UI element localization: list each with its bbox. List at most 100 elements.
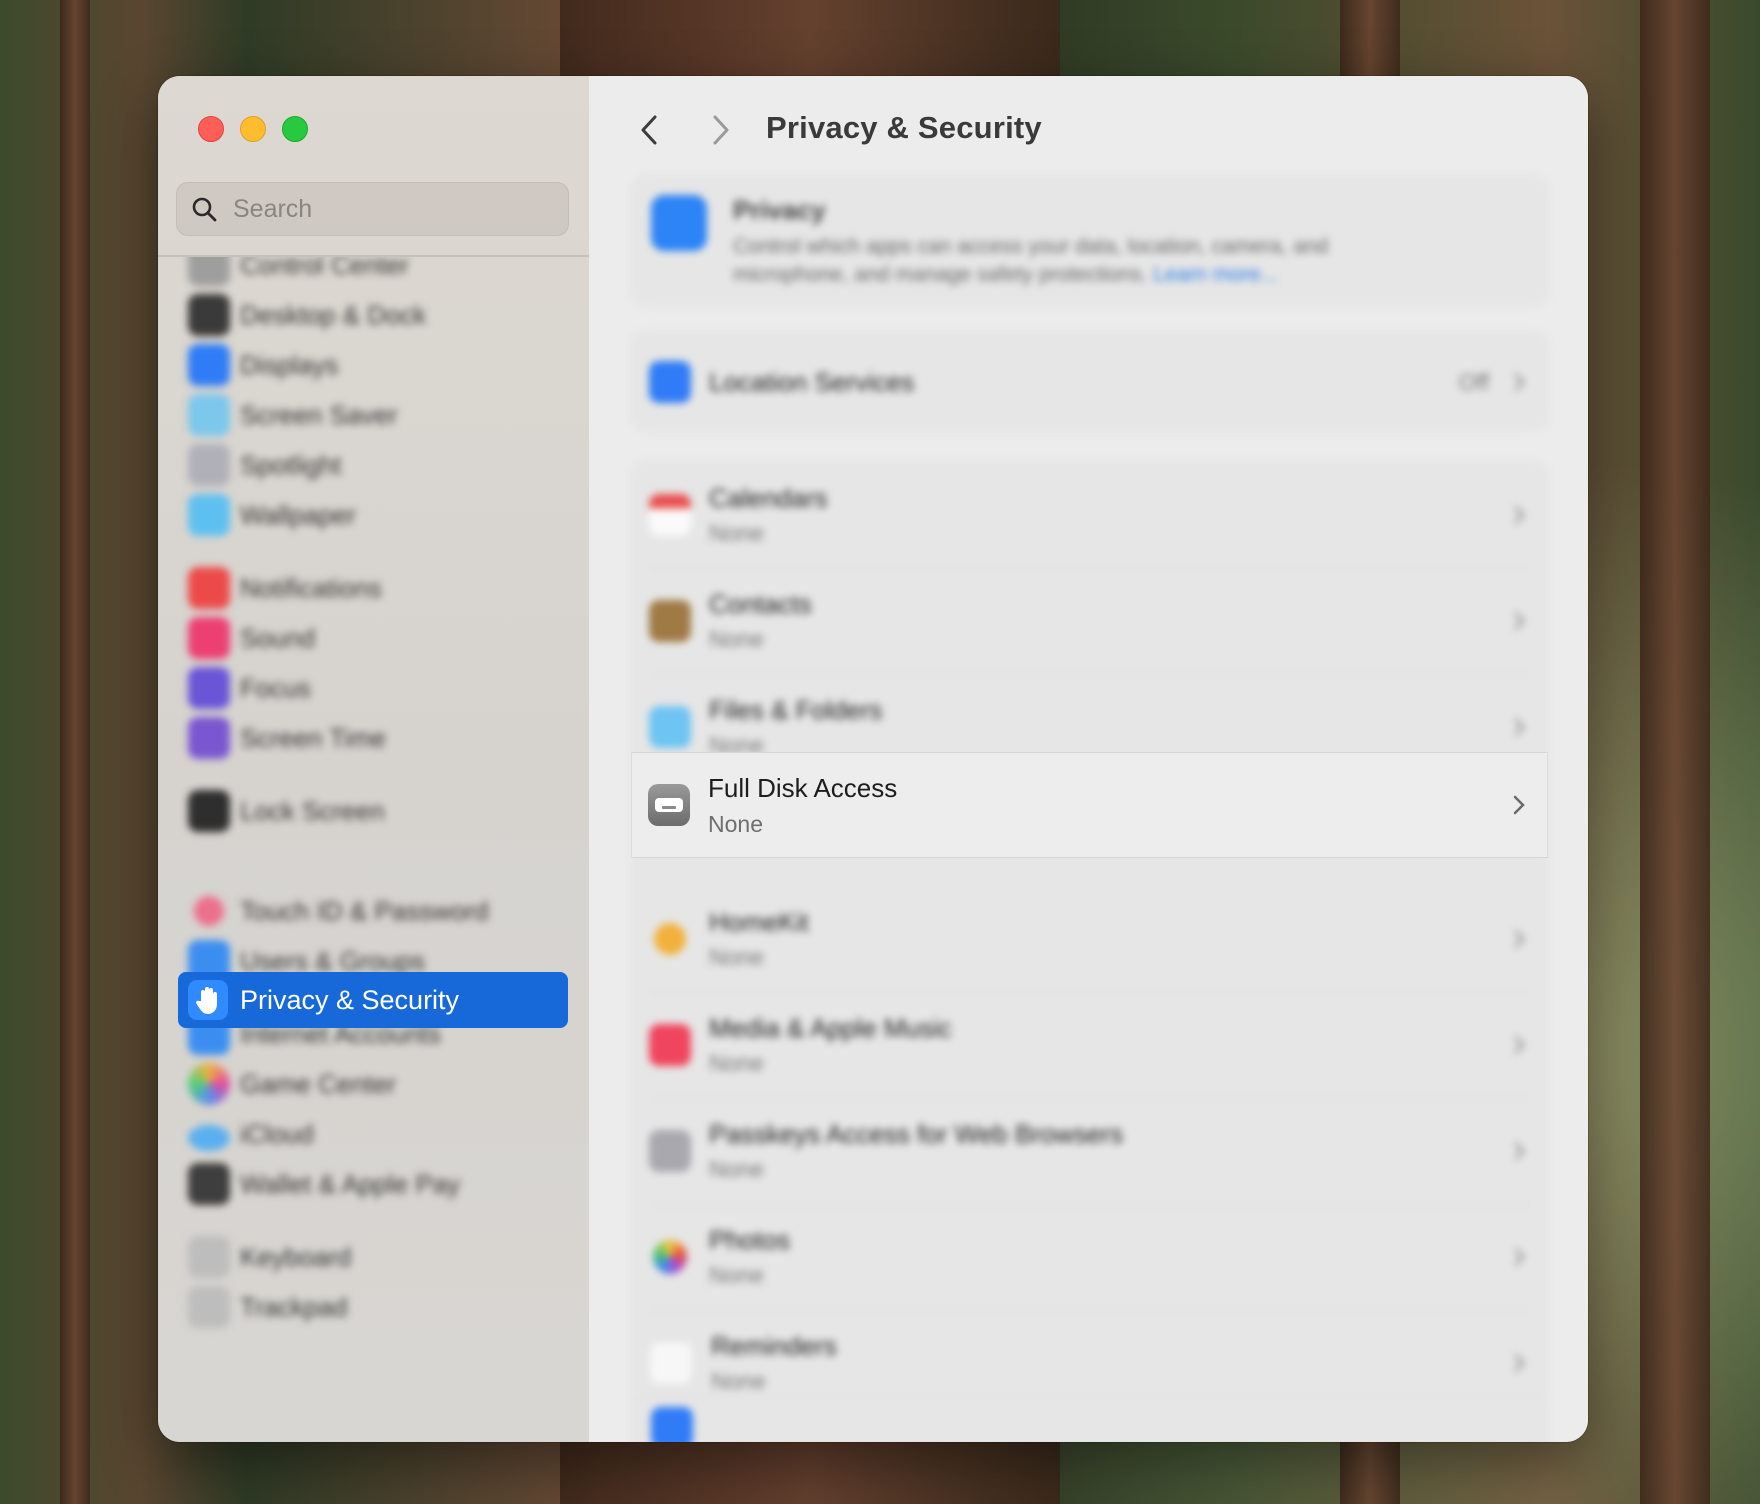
sidebar-item-label: Keyboard — [240, 1241, 352, 1272]
sidebar-item-wallet[interactable]: Wallet & Apple Pay — [188, 1156, 460, 1212]
media-apple-music-row[interactable]: Media & Apple Music None — [633, 992, 1547, 1098]
row-subtitle: None — [709, 626, 764, 652]
sidebar-item-game-center[interactable]: Game Center — [188, 1056, 396, 1112]
next-section-card — [632, 1396, 1548, 1442]
privacy-title: Privacy — [733, 195, 826, 225]
learn-more-link[interactable]: Learn more... — [1153, 263, 1278, 286]
chevron-right-icon — [1514, 718, 1525, 736]
icloud-icon — [188, 1125, 230, 1151]
search-icon — [192, 197, 217, 222]
privacy-description: Control which apps can access your data,… — [733, 233, 1413, 289]
sidebar-item-focus[interactable]: Focus — [188, 660, 311, 716]
calendar-icon — [649, 494, 691, 536]
full-disk-access-value: None — [708, 810, 763, 837]
location-services-value: Off — [1458, 368, 1489, 395]
screen-time-icon — [188, 717, 230, 759]
homekit-icon — [654, 923, 686, 955]
sidebar-item-label: Wallpaper — [240, 499, 357, 530]
location-services-title: Location Services — [709, 366, 915, 397]
sidebar-item-label: Lock Screen — [240, 795, 385, 826]
hard-drive-icon — [648, 784, 690, 826]
chevron-right-icon — [1514, 1248, 1525, 1266]
minimize-button[interactable] — [240, 116, 266, 142]
passkeys-icon — [649, 1130, 691, 1172]
forward-button[interactable] — [701, 108, 741, 152]
row-title: Media & Apple Music — [709, 1013, 952, 1043]
sidebar-item-label: Trackpad — [240, 1291, 348, 1322]
zoom-button[interactable] — [282, 116, 308, 142]
hand-icon — [188, 980, 228, 1020]
sidebar-item-displays[interactable]: Displays — [188, 337, 338, 393]
row-subtitle: None — [709, 1050, 764, 1076]
focus-icon — [188, 667, 230, 709]
location-services-row[interactable]: Location Services Off — [633, 332, 1547, 432]
sidebar-item-sound[interactable]: Sound — [188, 610, 315, 666]
search-input[interactable] — [231, 193, 535, 225]
close-button[interactable] — [198, 116, 224, 142]
sidebar-item-desktop-dock[interactable]: Desktop & Dock — [188, 287, 426, 343]
music-icon — [649, 1024, 691, 1066]
sidebar-list: Control Center Desktop & Dock Displays S… — [158, 257, 589, 1442]
passkeys-row[interactable]: Passkeys Access for Web Browsers None — [633, 1098, 1547, 1204]
chevron-right-icon — [1513, 795, 1525, 815]
search-field[interactable] — [176, 182, 569, 236]
calendars-row[interactable]: Calendars None — [633, 462, 1547, 568]
sidebar-item-label: Desktop & Dock — [240, 299, 427, 330]
displays-icon — [188, 344, 230, 386]
privacy-hand-icon — [651, 195, 707, 251]
chevron-right-icon — [1514, 612, 1525, 630]
window-controls — [198, 116, 308, 142]
photos-icon — [653, 1240, 687, 1274]
sidebar-item-label: Privacy & Security — [240, 984, 460, 1015]
back-button[interactable] — [629, 108, 669, 152]
sidebar-item-label: Control Center — [240, 257, 410, 280]
control-center-icon — [188, 257, 230, 286]
spotlight-icon — [188, 444, 230, 486]
background-trunk — [1640, 0, 1710, 1504]
wallet-icon — [188, 1163, 230, 1205]
sidebar-item-label: Screen Saver — [240, 399, 398, 430]
sidebar-item-spotlight[interactable]: Spotlight — [188, 437, 341, 493]
sidebar-item-wallpaper[interactable]: Wallpaper — [188, 487, 356, 543]
sidebar-item-label: Sound — [240, 622, 316, 653]
sidebar-item-icloud[interactable]: iCloud — [188, 1106, 314, 1162]
trackpad-icon — [188, 1286, 230, 1328]
sidebar-item-screen-time[interactable]: Screen Time — [188, 710, 386, 766]
sidebar-item-lock-screen[interactable]: Lock Screen — [188, 783, 385, 839]
partial-row-icon — [651, 1407, 693, 1442]
reminders-icon — [649, 1341, 693, 1385]
sidebar-item-notifications[interactable]: Notifications — [188, 560, 382, 616]
sidebar-item-screen-saver[interactable]: Screen Saver — [188, 387, 398, 443]
homekit-row[interactable]: HomeKit None — [633, 886, 1547, 992]
chevron-right-icon — [713, 115, 729, 145]
privacy-header-card: Privacy Control which apps can access yo… — [632, 176, 1548, 306]
desktop-dock-icon — [188, 294, 230, 336]
folder-icon — [649, 706, 691, 748]
sidebar-item-label: Touch ID & Password — [240, 895, 489, 926]
chevron-right-icon — [1514, 506, 1525, 524]
row-title: Calendars — [709, 483, 828, 513]
row-title: Files & Folders — [709, 695, 883, 725]
game-center-icon — [188, 1063, 230, 1105]
chevron-right-icon — [1514, 1036, 1525, 1054]
sidebar-item-trackpad[interactable]: Trackpad — [188, 1279, 347, 1335]
chevron-right-icon — [1514, 373, 1525, 391]
sidebar-item-label: Notifications — [240, 572, 382, 603]
sidebar: Control Center Desktop & Dock Displays S… — [158, 76, 590, 1442]
full-disk-access-row[interactable]: Full Disk Access None — [631, 752, 1548, 858]
chevron-right-icon — [1514, 1142, 1525, 1160]
row-subtitle: None — [709, 944, 764, 970]
sidebar-item-privacy-security[interactable]: Privacy & Security — [178, 972, 568, 1028]
row-title: Photos — [709, 1225, 790, 1255]
sidebar-item-label: Screen Time — [240, 722, 386, 753]
contacts-row[interactable]: Contacts None — [633, 568, 1547, 674]
sidebar-item-keyboard[interactable]: Keyboard — [188, 1229, 351, 1285]
photos-row[interactable]: Photos None — [633, 1204, 1547, 1310]
chevron-right-icon — [1514, 930, 1525, 948]
sidebar-item-label: Wallet & Apple Pay — [240, 1168, 461, 1199]
row-subtitle: None — [709, 1156, 764, 1182]
sidebar-item-label: iCloud — [240, 1118, 314, 1149]
screen-saver-icon — [188, 394, 230, 436]
location-icon — [649, 361, 691, 403]
sidebar-item-touch-id[interactable]: Touch ID & Password — [188, 883, 489, 939]
